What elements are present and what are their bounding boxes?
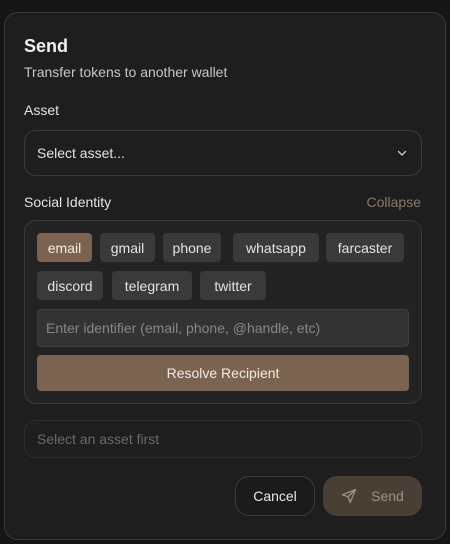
provider-chip-telegram[interactable]: telegram xyxy=(112,271,192,300)
dialog-title: Send xyxy=(24,36,69,56)
social-identity-panel: email gmail phone whatsapp farcaster dis… xyxy=(24,220,422,404)
asset-label: Asset xyxy=(24,102,60,118)
send-button-label: Send xyxy=(371,488,404,504)
provider-chip-whatsapp[interactable]: whatsapp xyxy=(233,233,319,262)
asset-select-value: Select asset... xyxy=(37,145,125,161)
provider-chip-farcaster[interactable]: farcaster xyxy=(326,233,404,262)
provider-chip-phone[interactable]: phone xyxy=(163,233,221,262)
send-icon xyxy=(341,488,357,504)
identifier-input[interactable] xyxy=(37,309,409,347)
send-dialog: Send Transfer tokens to another wallet A… xyxy=(4,12,446,540)
cancel-button[interactable]: Cancel xyxy=(235,476,315,516)
collapse-link[interactable]: Collapse xyxy=(367,194,421,210)
dialog-subtitle: Transfer tokens to another wallet xyxy=(24,64,228,80)
provider-chip-email[interactable]: email xyxy=(37,233,92,262)
provider-chip-twitter[interactable]: twitter xyxy=(200,271,266,300)
chevron-down-icon xyxy=(397,150,407,156)
social-identity-label: Social Identity xyxy=(24,194,112,210)
send-button[interactable]: Send xyxy=(323,476,422,516)
asset-select[interactable]: Select asset... xyxy=(24,130,422,176)
provider-chip-discord[interactable]: discord xyxy=(37,271,103,300)
amount-input[interactable] xyxy=(24,420,422,458)
resolve-recipient-button[interactable]: Resolve Recipient xyxy=(37,355,409,391)
provider-chip-gmail[interactable]: gmail xyxy=(100,233,155,262)
